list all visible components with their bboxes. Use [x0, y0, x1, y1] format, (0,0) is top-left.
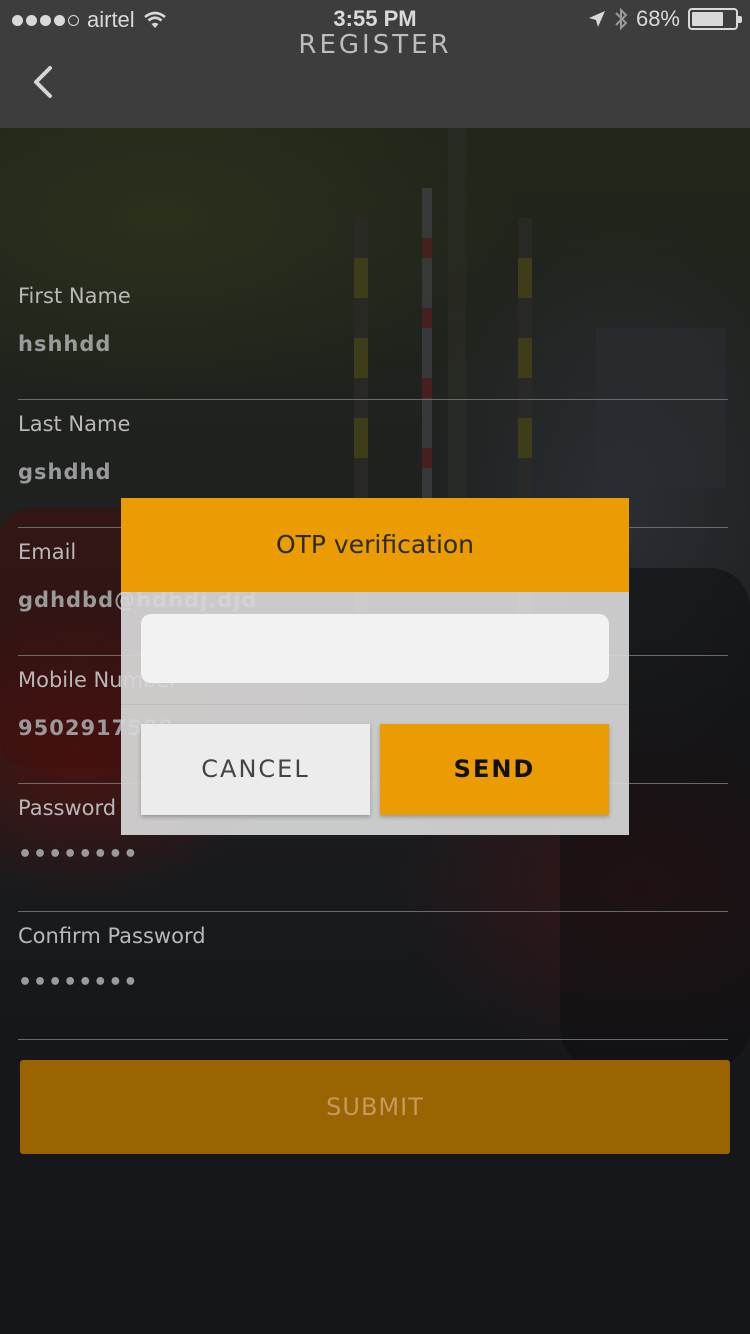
battery-icon: [688, 8, 742, 30]
first-name-input[interactable]: hshhdd: [18, 332, 111, 356]
field-label: Confirm Password: [18, 924, 206, 948]
confirm-password-field[interactable]: Confirm Password ••••••••: [18, 912, 728, 1040]
field-label: Password: [18, 796, 117, 820]
dialog-title: OTP verification: [121, 498, 629, 592]
submit-button[interactable]: SUBMIT: [20, 1060, 730, 1154]
send-button[interactable]: SEND: [380, 724, 609, 815]
field-label: Last Name: [18, 412, 131, 436]
chevron-left-icon[interactable]: [26, 60, 66, 104]
navigation-bar: airtel 3:55 PM 68% REGISTER: [0, 0, 750, 128]
location-arrow-icon: [588, 11, 605, 27]
otp-verification-dialog: OTP verification CANCEL SEND: [121, 498, 629, 835]
otp-input[interactable]: [141, 614, 609, 683]
divider: [121, 704, 629, 705]
page-title: REGISTER: [298, 30, 452, 60]
last-name-input[interactable]: gshdhd: [18, 460, 112, 484]
field-label: First Name: [18, 284, 131, 308]
field-label: Email: [18, 540, 77, 564]
battery-percentage: 68%: [635, 6, 680, 31]
password-input[interactable]: ••••••••: [18, 842, 139, 867]
cancel-button[interactable]: CANCEL: [141, 724, 370, 815]
first-name-field[interactable]: First Name hshhdd: [18, 272, 728, 400]
confirm-password-input[interactable]: ••••••••: [18, 970, 139, 995]
bluetooth-icon: [615, 7, 628, 31]
